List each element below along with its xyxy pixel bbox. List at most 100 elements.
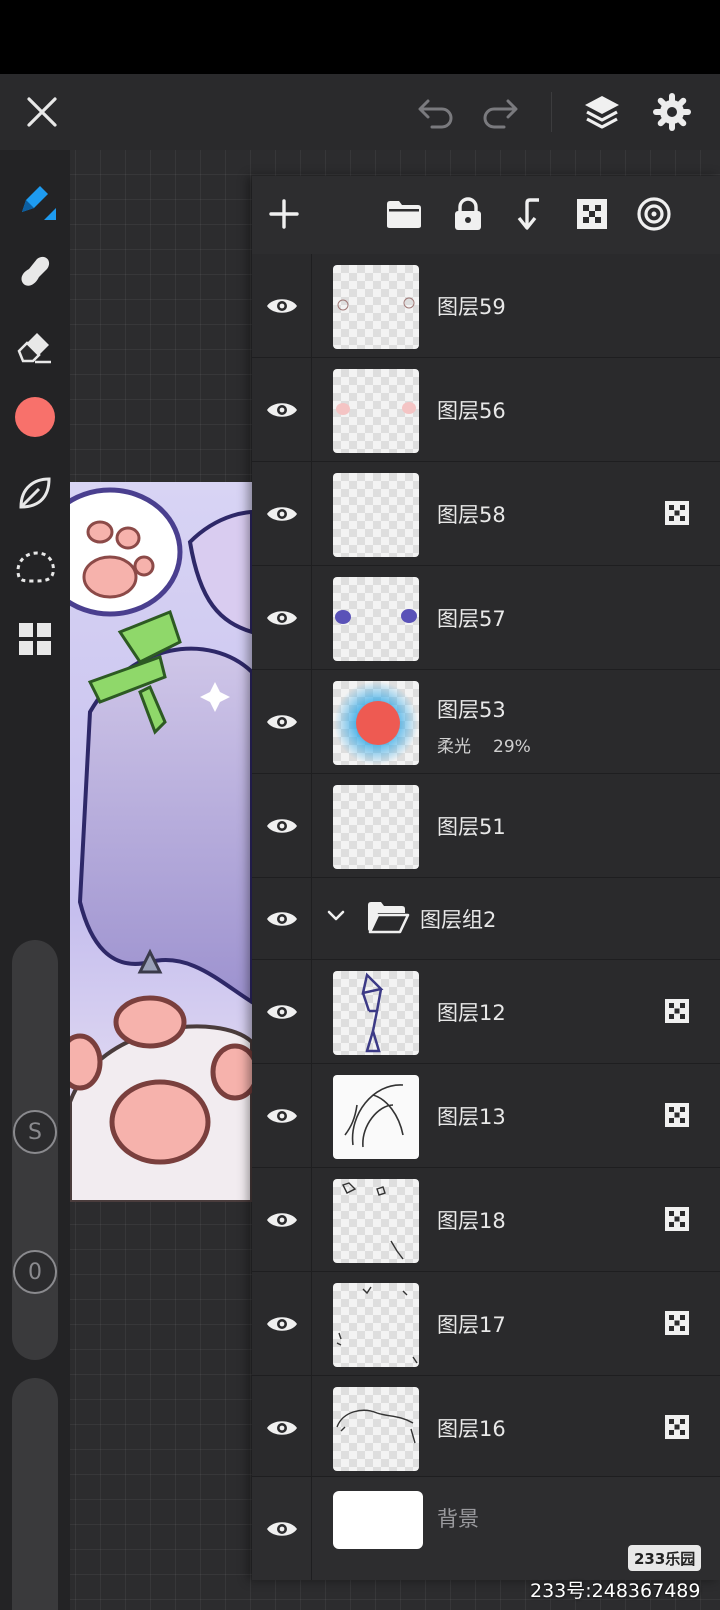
eye-icon <box>266 818 297 833</box>
watermark-logo: 233乐园 <box>628 1545 702 1571</box>
opacity-label: 0 <box>13 1250 57 1294</box>
layer-thumbnail <box>333 369 419 453</box>
visibility-toggle[interactable] <box>252 254 312 357</box>
layer-thumbnail <box>333 1075 419 1159</box>
layer-row[interactable]: 图层59 <box>252 254 720 358</box>
close-icon[interactable] <box>20 90 64 134</box>
eye-icon <box>266 298 297 313</box>
visibility-toggle[interactable] <box>252 878 312 959</box>
layers-toolbar <box>252 176 720 254</box>
layer-name: 图层12 <box>437 1001 506 1025</box>
alpha-lock-icon[interactable] <box>664 1206 690 1232</box>
undo-icon[interactable] <box>414 90 458 134</box>
eye-icon <box>266 1004 297 1019</box>
layer-opacity: 29% <box>493 737 531 757</box>
lock-icon[interactable] <box>446 192 490 236</box>
eye-icon <box>266 1212 297 1227</box>
layer-name: 图层51 <box>437 815 506 839</box>
eye-icon <box>266 714 297 729</box>
layer-row[interactable]: 图层57 <box>252 566 720 670</box>
current-color-swatch <box>15 397 55 437</box>
layer-row[interactable]: 图层56 <box>252 358 720 462</box>
status-bar <box>0 0 720 74</box>
layers-icon[interactable] <box>580 90 624 134</box>
blend-icon[interactable] <box>632 192 676 236</box>
layer-row[interactable]: 图层12 <box>252 960 720 1064</box>
background-thumbnail[interactable] <box>333 1491 423 1549</box>
grid-menu-icon[interactable] <box>12 616 58 662</box>
layer-row[interactable]: 图层13 <box>252 1064 720 1168</box>
layer-row[interactable]: 图层58 <box>252 462 720 566</box>
watermark-text: 233号:248367489 <box>530 1580 701 1602</box>
layer-name: 图层16 <box>437 1417 506 1441</box>
layer-name: 图层17 <box>437 1313 506 1337</box>
redo-icon[interactable] <box>478 90 522 134</box>
topbar-divider <box>551 92 552 132</box>
artwork-preview <box>70 482 252 1202</box>
visibility-toggle[interactable] <box>252 1477 312 1580</box>
folder-icon[interactable] <box>382 192 426 236</box>
layer-row[interactable]: 图层16 <box>252 1376 720 1480</box>
alpha-lock-icon[interactable] <box>664 500 690 526</box>
settings-icon[interactable] <box>650 90 694 134</box>
blend-mode: 柔光 <box>437 737 471 757</box>
alpha-lock-icon[interactable] <box>664 1310 690 1336</box>
layers-panel: 图层59 图层56 图层58 图层57 图层53 柔光 29% 图层51 图层组… <box>252 176 720 1580</box>
add-layer-icon[interactable] <box>262 192 306 236</box>
eye-icon <box>266 1420 297 1435</box>
eye-icon <box>266 1521 297 1536</box>
visibility-toggle[interactable] <box>252 566 312 669</box>
eye-icon <box>266 1316 297 1331</box>
layer-name: 图层59 <box>437 295 506 319</box>
visibility-toggle[interactable] <box>252 358 312 461</box>
layer-row[interactable]: 图层51 <box>252 774 720 878</box>
layer-row[interactable]: 图层17 <box>252 1272 720 1376</box>
visibility-toggle[interactable] <box>252 774 312 877</box>
layer-list: 图层59 图层56 图层58 图层57 图层53 柔光 29% 图层51 图层组… <box>252 254 720 1480</box>
layer-name: 图层58 <box>437 503 506 527</box>
eraser-tool-icon[interactable] <box>12 322 58 368</box>
layer-thumbnail <box>333 681 419 765</box>
left-toolbar: S 0 <box>0 150 70 1610</box>
layer-name: 图层53 <box>437 698 506 722</box>
layer-group-row[interactable]: 图层组2 <box>252 878 720 960</box>
visibility-toggle[interactable] <box>252 670 312 773</box>
visibility-toggle[interactable] <box>252 960 312 1063</box>
layer-blend-info: 柔光 29% <box>437 732 553 757</box>
alpha-lock-icon[interactable] <box>664 998 690 1024</box>
layer-name: 图层13 <box>437 1105 506 1129</box>
pen-tool-icon[interactable] <box>12 176 58 222</box>
layer-thumbnail <box>333 265 419 349</box>
eye-icon <box>266 610 297 625</box>
visibility-toggle[interactable] <box>252 1064 312 1167</box>
layer-name: 图层18 <box>437 1209 506 1233</box>
size-label: S <box>13 1110 57 1154</box>
chevron-down-icon[interactable] <box>326 909 346 923</box>
visibility-toggle[interactable] <box>252 1272 312 1375</box>
brush-opacity-slider[interactable] <box>12 1378 58 1610</box>
smudge-tool-icon[interactable] <box>12 248 58 294</box>
alpha-lock-icon[interactable] <box>664 1102 690 1128</box>
layer-row[interactable]: 图层18 <box>252 1168 720 1272</box>
eye-icon <box>266 506 297 521</box>
layer-thumbnail <box>333 473 419 557</box>
merge-down-icon[interactable] <box>508 192 552 236</box>
alpha-lock-icon[interactable] <box>664 1414 690 1440</box>
layer-name: 图层56 <box>437 399 506 423</box>
color-picker[interactable] <box>12 394 58 440</box>
lasso-tool-icon[interactable] <box>12 544 58 590</box>
eye-icon <box>266 1108 297 1123</box>
layer-thumbnail <box>333 1387 419 1471</box>
layer-row[interactable]: 图层53 柔光 29% <box>252 670 720 774</box>
layer-thumbnail <box>333 971 419 1055</box>
leaf-tool-icon[interactable] <box>12 470 58 516</box>
visibility-toggle[interactable] <box>252 1376 312 1479</box>
group-name: 图层组2 <box>420 908 497 932</box>
folder-open-icon <box>368 902 410 934</box>
visibility-toggle[interactable] <box>252 462 312 565</box>
visibility-toggle[interactable] <box>252 1168 312 1271</box>
checker-icon[interactable] <box>570 192 614 236</box>
layer-name: 图层57 <box>437 607 506 631</box>
top-bar <box>0 74 720 150</box>
layer-thumbnail <box>333 1179 419 1263</box>
